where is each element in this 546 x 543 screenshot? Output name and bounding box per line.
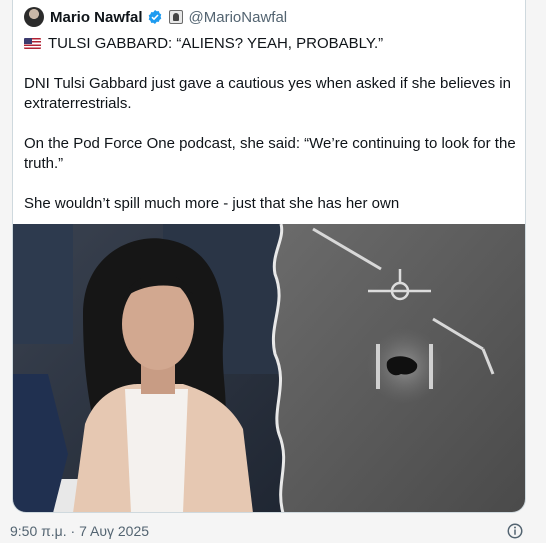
paragraph2-line2: truth.” <box>24 155 64 172</box>
avatar[interactable] <box>24 7 44 27</box>
info-icon[interactable] <box>506 522 524 540</box>
tweet-text: TULSI GABBARD: “ALIENS? YEAH, PROBABLY.”… <box>24 34 519 214</box>
paragraph3: She wouldn’t spill much more - just that… <box>24 195 400 212</box>
paragraph1-line2: extraterrestrials. <box>24 95 132 112</box>
paragraph2-line1: On the Pod Force One podcast, she said: … <box>24 135 516 152</box>
tweet-header: Mario Nawfal @MarioNawfal <box>24 6 287 28</box>
author-name[interactable]: Mario Nawfal <box>50 9 143 26</box>
verified-badge-icon <box>148 10 161 24</box>
composite-photo <box>13 224 525 512</box>
portrait-emoji-icon <box>168 10 183 24</box>
author-handle[interactable]: @MarioNawfal <box>189 9 288 26</box>
us-flag-icon <box>24 38 41 49</box>
headline: TULSI GABBARD: “ALIENS? YEAH, PROBABLY.” <box>48 35 384 52</box>
headline-line: TULSI GABBARD: “ALIENS? YEAH, PROBABLY.” <box>24 34 519 54</box>
paragraph1-line1: DNI Tulsi Gabbard just gave a cautious y… <box>24 75 511 92</box>
tweet-card[interactable]: Mario Nawfal @MarioNawfal TULSI GABBARD:… <box>12 0 526 513</box>
timestamp[interactable]: 9:50 π.μ. · 7 Αυγ 2025 <box>10 523 149 539</box>
tweet-image[interactable] <box>13 224 525 512</box>
